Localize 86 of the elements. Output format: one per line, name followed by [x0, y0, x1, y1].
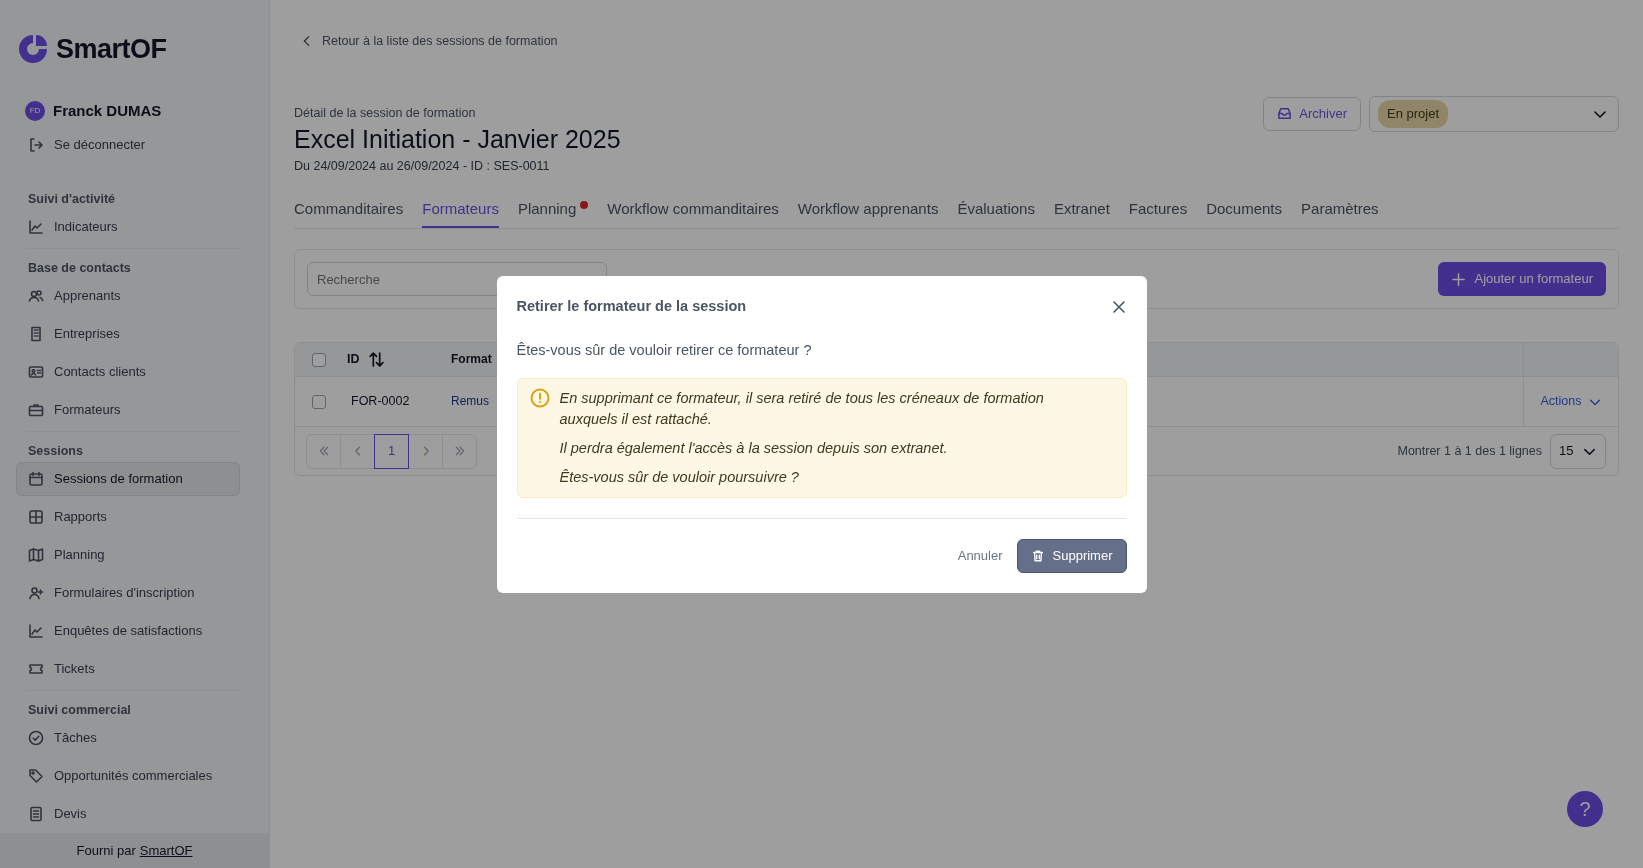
document-icon	[28, 806, 44, 822]
sidebar-item[interactable]: Opportunités commerciales	[16, 759, 240, 793]
tab[interactable]: Workflow apprenants	[797, 197, 939, 228]
first-page-icon	[317, 445, 330, 457]
warning-icon	[529, 387, 550, 408]
tab[interactable]: Formateurs	[422, 197, 499, 228]
trash-icon	[1030, 548, 1045, 563]
delete-button[interactable]: Supprimer	[1016, 538, 1127, 573]
check-circle-icon	[28, 730, 44, 746]
sidebar-item[interactable]: Contacts clients	[16, 355, 240, 389]
avatar: FD	[25, 101, 45, 121]
sidebar-item[interactable]: Formulaires d'inscription	[16, 576, 240, 610]
column-header: Format	[451, 352, 492, 367]
close-button[interactable]	[1110, 298, 1127, 315]
section-heading: Sessions	[27, 443, 84, 460]
sidebar-item[interactable]: Tâches	[16, 721, 240, 755]
map-icon	[28, 547, 44, 563]
building-icon	[28, 326, 44, 342]
sidebar-item[interactable]: Indicateurs	[16, 210, 240, 244]
session-dates: Du 24/09/2024 au 26/09/2024 - ID : SES-0011	[294, 157, 551, 175]
column-header: ID	[347, 351, 360, 369]
tab[interactable]: Extranet	[1053, 197, 1110, 228]
grid-icon	[28, 509, 44, 525]
sidebar-item[interactable]: Enquêtes de satisfactions	[16, 614, 240, 648]
tag-icon	[28, 768, 44, 784]
sidebar-item[interactable]: Devis	[16, 797, 240, 831]
logout-icon	[28, 137, 44, 153]
dialog-question: Êtes-vous sûr de vouloir retirer ce formateur ?	[516, 340, 813, 360]
chart-icon	[28, 219, 44, 235]
section-heading: Suivi commercial	[27, 702, 132, 719]
sidebar-item[interactable]: Apprenants	[16, 279, 240, 313]
page-button[interactable]: 1	[374, 433, 409, 469]
status-badge: En projet	[1378, 100, 1449, 128]
sidebar-item[interactable]: Sessions de formation	[16, 462, 240, 496]
warning-text: Il perdra également l'accès à la session depuis son extranet.	[559, 438, 949, 458]
id-card-icon	[28, 364, 44, 380]
sidebar-item[interactable]: Formateurs	[16, 393, 240, 427]
page-title: Excel Initiation - Janvier 2025	[294, 123, 621, 154]
section-heading: Suivi d'activité	[27, 191, 117, 208]
sidebar-item[interactable]: Entreprises	[16, 317, 240, 351]
tab[interactable]: Commanditaires	[294, 197, 404, 228]
warning-text: Êtes-vous sûr de vouloir poursuivre ?	[559, 467, 800, 487]
checkbox[interactable]	[312, 394, 326, 409]
logout-link[interactable]: Se déconnecter	[16, 128, 240, 162]
inbox-icon	[1277, 106, 1293, 122]
close-icon	[1110, 298, 1127, 315]
chart-icon	[28, 623, 44, 639]
tab[interactable]: Paramètres	[1301, 197, 1379, 228]
table-cell: FOR-0002	[351, 394, 410, 409]
cancel-button[interactable]: Annuler	[943, 545, 1017, 566]
sidebar-item[interactable]: Tickets	[16, 652, 240, 686]
dialog-title: Retirer le formateur de la session	[516, 297, 747, 316]
calendar-icon	[28, 471, 44, 487]
back-link[interactable]: Retour à la liste des sessions de formation	[294, 30, 1619, 52]
checkbox[interactable]	[312, 352, 326, 367]
status-select[interactable]: En projet	[1369, 95, 1619, 132]
section-heading: Base de contacts	[27, 260, 132, 277]
user-plus-icon	[28, 585, 44, 601]
actions-dropdown[interactable]: Actions	[1540, 392, 1602, 411]
tab[interactable]: Planning	[517, 197, 589, 228]
sidebar-item[interactable]: Rapports	[16, 500, 240, 534]
tab[interactable]: Factures	[1128, 197, 1188, 228]
ticket-icon	[28, 661, 44, 677]
logo-icon	[16, 32, 50, 66]
briefcase-icon	[28, 402, 44, 418]
pagination-summary: Montrer 1 à 1 des 1 lignes	[1397, 442, 1542, 460]
page-subtitle: Détail de la session de formation	[294, 105, 477, 122]
previous-page-button[interactable]	[340, 433, 375, 469]
tab[interactable]: Workflow commanditaires	[607, 197, 779, 228]
help-button[interactable]: ?	[1567, 791, 1603, 827]
sort-icon	[367, 351, 385, 368]
sidebar-item[interactable]: Planning	[16, 538, 240, 572]
plus-icon	[1451, 271, 1467, 287]
user-name: Franck DUMAS	[53, 100, 162, 121]
archive-button[interactable]: Archiver	[1263, 96, 1361, 131]
tab[interactable]: Documents	[1206, 197, 1283, 228]
add-trainer-button[interactable]: Ajouter un formateur	[1438, 262, 1606, 296]
page-size-select[interactable]: 15	[1550, 433, 1606, 469]
trainer-link[interactable]: Remus	[451, 394, 489, 409]
last-page-icon	[453, 445, 466, 457]
logo-text: SmartOF	[56, 32, 167, 66]
warning-text: En supprimant ce formateur, il sera retiré de tous les créneaux de formation auxquels il est rattaché.	[559, 388, 1045, 429]
footer-link[interactable]: SmartOF	[139, 840, 193, 861]
footer-text: Fourni par	[76, 841, 136, 860]
people-icon	[28, 288, 44, 304]
tab[interactable]: Évaluations	[957, 197, 1035, 228]
